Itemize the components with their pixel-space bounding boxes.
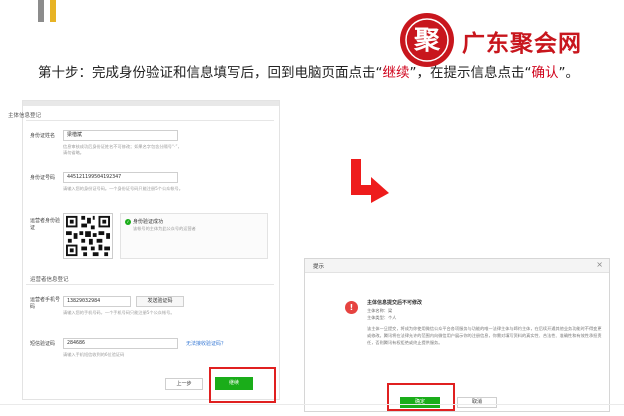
instruction-keyword-confirm: 确认 — [531, 65, 559, 81]
name-hint: 信息审核成功后身份证姓名不可修改；如果名字包含分隔号“·”，请勿省略。 — [63, 144, 182, 155]
logo-mark: 聚 — [400, 13, 454, 67]
continue-highlight-box — [209, 367, 276, 403]
sms-code-input[interactable]: 284686 — [63, 338, 178, 349]
confirm-dialog: 提示 × ! 主体信息提交后不可修改 主体名称：梁 主体类型：个人 该主体一旦提… — [304, 258, 610, 412]
verify-status-box: ✓ 身份验证成功 该帐号的主体为此公众号的运营者 — [120, 213, 268, 259]
deco-bar-yellow — [50, 0, 56, 22]
dialog-title: 提示 — [313, 264, 325, 270]
deco-bar-gray — [38, 0, 44, 22]
instruction-part2: ”，在提示信息点击“ — [409, 65, 532, 81]
warning-icon: ! — [345, 301, 358, 314]
verify-success-desc: 该帐号的主体为此公众号的运营者 — [133, 226, 196, 231]
dialog-header: 提示 × — [305, 259, 609, 273]
verify-label: 运营者身份验证 — [30, 218, 61, 231]
instruction-text: 第十步：完成身份验证和信息填写后，回到电脑页面点击“继续”，在提示信息点击“确认… — [38, 64, 604, 83]
confirm-highlight-box — [387, 383, 455, 411]
prev-step-button[interactable]: 上一步 — [165, 378, 203, 390]
sms-hint: 请输入手机短信收到的6位验证码 — [63, 352, 125, 357]
subject-name-text: 主体名称：梁 — [367, 308, 393, 313]
logo-text: 广东聚会网 — [462, 31, 582, 57]
section-divider — [26, 284, 274, 285]
send-code-button[interactable]: 发送验证码 — [136, 296, 184, 307]
red-arrow-icon — [351, 159, 389, 203]
phone-input[interactable]: 13829032984 — [63, 296, 131, 307]
logo-mark-char: 聚 — [413, 26, 441, 56]
phone-hint: 请输入您的手机号码，一个手机号码只能注册5个公众帐号。 — [63, 310, 175, 315]
dialog-headline: 主体信息提交后不可修改 — [367, 300, 423, 306]
instruction-part3: ”。 — [558, 65, 580, 81]
bottom-divider — [0, 404, 624, 405]
subject-section-title: 主体信息登记 — [8, 113, 42, 119]
qr-code — [63, 213, 113, 259]
check-icon: ✓ — [125, 219, 131, 225]
dialog-description: 该主体一旦提交，将成为你使用微信公众平台各项服务与功能的唯一法律主体与缔约主体，… — [367, 326, 602, 345]
section-divider — [26, 120, 274, 121]
instruction-part1: 第十步：完成身份验证和信息填写后，回到电脑页面点击“ — [38, 65, 383, 81]
verify-success-title: 身份验证成功 — [133, 219, 164, 225]
subject-type-text: 主体类型：个人 — [367, 315, 397, 320]
cannot-receive-code-link[interactable]: 无法接收验证码？ — [186, 340, 226, 347]
panel-top-strip — [23, 101, 279, 106]
cancel-button[interactable]: 取消 — [457, 397, 497, 408]
id-input[interactable]: 445121199504192347 — [63, 172, 178, 183]
name-input[interactable]: 梁楷斌 — [63, 130, 178, 141]
phone-label: 运营者手机号码 — [30, 297, 61, 310]
close-icon[interactable]: × — [596, 260, 603, 270]
id-hint: 请输入您的身份证号码。一个身份证号码只能注册5个公众帐号。 — [63, 186, 183, 191]
instruction-keyword-continue: 继续 — [382, 65, 410, 81]
operator-section-title: 运营者信息登记 — [30, 277, 69, 283]
